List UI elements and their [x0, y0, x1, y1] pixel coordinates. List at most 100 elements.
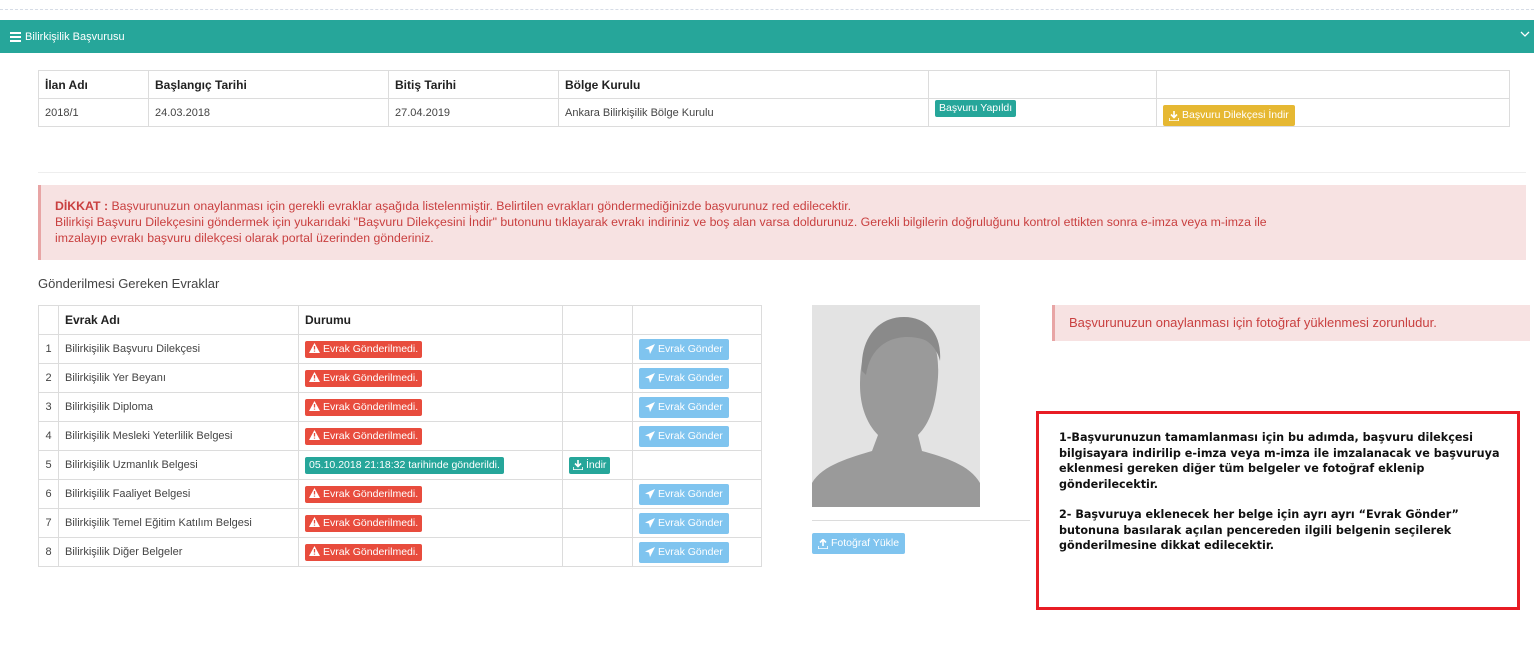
send-document-button[interactable]: Evrak Gönder	[639, 512, 729, 534]
sent-status-badge: 05.10.2018 21:18:32 tarihinde gönderildi…	[305, 456, 504, 474]
row-number: 1	[38, 334, 59, 364]
col-header-ilan-adi: İlan Adı	[38, 70, 149, 99]
col-header-status	[928, 70, 1157, 99]
document-name: Bilirkişilik Diğer Belgeler	[58, 537, 299, 567]
alert-label: DİKKAT :	[55, 199, 109, 213]
send-document-label: Evrak Gönder	[658, 342, 723, 355]
instruction-step-2: 2- Başvuruya eklenecek her belge için ay…	[1059, 508, 1459, 552]
send-document-label: Evrak Gönder	[658, 545, 723, 558]
col-header-bitis: Bitiş Tarihi	[388, 70, 559, 99]
panel-header[interactable]: Bilirkişilik Başvurusu	[0, 20, 1534, 53]
document-status: Evrak Gönderilmedi.	[298, 363, 563, 393]
document-download-cell: İndir	[562, 450, 633, 480]
document-name: Bilirkişilik Faaliyet Belgesi	[58, 479, 299, 509]
panel-title: Bilirkişilik Başvurusu	[25, 30, 125, 43]
photo-upload-button[interactable]: Fotoğraf Yükle	[812, 533, 906, 554]
cell-status: Başvuru Yapıldı	[928, 98, 1157, 127]
not-sent-status-label: Evrak Gönderilmedi.	[323, 516, 419, 529]
cell-actions: Başvuru Dilekçesi İndir	[1156, 98, 1510, 127]
not-sent-status-badge: Evrak Gönderilmedi.	[305, 427, 423, 445]
document-name: Bilirkişilik Temel Eğitim Katılım Belges…	[58, 508, 299, 538]
document-action-cell: Evrak Gönder	[632, 508, 762, 538]
document-name: Bilirkişilik Mesleki Yeterlilik Belgesi	[58, 421, 299, 451]
alert-line-1: DİKKAT : Başvurunuzun onaylanması için g…	[55, 198, 1526, 214]
cell-bolge: Ankara Bilirkişilik Bölge Kurulu	[558, 98, 929, 127]
not-sent-status-badge: Evrak Gönderilmedi.	[305, 485, 423, 503]
send-document-label: Evrak Gönder	[658, 487, 723, 500]
document-download-cell	[562, 392, 633, 422]
table-row: 8 Bilirkişilik Diğer Belgeler Evrak Gönder…	[38, 537, 762, 567]
table-row: 6 Bilirkişilik Faaliyet Belgesi Evrak Gönd…	[38, 479, 762, 509]
document-status: Evrak Gönderilmedi.	[298, 392, 563, 422]
warning-icon	[309, 342, 320, 353]
document-download-cell	[562, 421, 633, 451]
person-silhouette-icon	[812, 317, 980, 507]
col-header-no	[38, 305, 59, 335]
cell-baslangic: 24.03.2018	[148, 98, 389, 127]
send-icon	[645, 518, 655, 528]
send-document-button[interactable]: Evrak Gönder	[639, 338, 729, 360]
row-number: 5	[38, 450, 59, 480]
send-document-button[interactable]: Evrak Gönder	[639, 425, 729, 447]
photo-divider	[812, 520, 1030, 521]
row-number: 8	[38, 537, 59, 567]
status-badge: Başvuru Yapıldı	[935, 100, 1017, 117]
row-number: 3	[38, 392, 59, 422]
send-document-label: Evrak Gönder	[658, 371, 723, 384]
table-row: 4 Bilirkişilik Mesleki Yeterlilik Belgesi…	[38, 421, 762, 451]
document-status: Evrak Gönderilmedi.	[298, 479, 563, 509]
send-icon	[645, 402, 655, 412]
instruction-note: 1-Başvurunuzun tamamlanması için bu adım…	[1036, 411, 1520, 610]
not-sent-status-badge: Evrak Gönderilmedi.	[305, 340, 423, 358]
send-document-button[interactable]: Evrak Gönder	[639, 396, 729, 418]
download-petition-button[interactable]: Başvuru Dilekçesi İndir	[1163, 105, 1295, 126]
document-action-cell: Evrak Gönder	[632, 392, 762, 422]
table-row: 2 Bilirkişilik Yer Beyanı Evrak Gönderilme…	[38, 363, 762, 393]
table-header-row: İlan Adı Başlangıç Tarihi Bitiş Tarihi B…	[38, 70, 1510, 99]
document-status: Evrak Gönderilmedi.	[298, 421, 563, 451]
document-status: Evrak Gönderilmedi.	[298, 537, 563, 567]
doc-header-row: Evrak Adı Durumu	[38, 305, 762, 335]
document-name: Bilirkişilik Uzmanlık Belgesi	[58, 450, 299, 480]
document-action-cell	[632, 450, 762, 480]
send-document-button[interactable]: Evrak Gönder	[639, 483, 729, 505]
table-row: 3 Bilirkişilik Diploma Evrak Gönderilmedi.…	[38, 392, 762, 422]
cell-bitis: 27.04.2019	[388, 98, 559, 127]
photo-required-alert: Başvurunuzun onaylanması için fotoğraf y…	[1052, 305, 1530, 341]
document-download-cell	[562, 537, 633, 567]
chevron-down-icon[interactable]	[1520, 29, 1530, 39]
photo-upload-label: Fotoğraf Yükle	[831, 537, 900, 549]
col-header-baslangic: Başlangıç Tarihi	[148, 70, 389, 99]
document-status: Evrak Gönderilmedi.	[298, 508, 563, 538]
not-sent-status-badge: Evrak Gönderilmedi.	[305, 543, 423, 561]
alert-text-1: Başvurunuzun onaylanması için gerekli ev…	[108, 199, 852, 213]
document-download-cell	[562, 479, 633, 509]
document-action-cell: Evrak Gönder	[632, 363, 762, 393]
upload-icon	[818, 538, 828, 549]
document-name: Bilirkişilik Yer Beyanı	[58, 363, 299, 393]
document-download-cell	[562, 363, 633, 393]
warning-alert: DİKKAT : Başvurunuzun onaylanması için g…	[38, 185, 1526, 260]
download-petition-label: Başvuru Dilekçesi İndir	[1182, 109, 1289, 121]
documents-title: Gönderilmesi Gereken Evraklar	[38, 276, 220, 291]
send-document-button[interactable]: Evrak Gönder	[639, 541, 729, 563]
row-number: 2	[38, 363, 59, 393]
warning-icon	[309, 371, 320, 382]
top-border	[0, 0, 1534, 10]
download-document-button[interactable]: İndir	[569, 456, 611, 474]
table-row: 2018/1 24.03.2018 27.04.2019 Ankara Bili…	[38, 98, 1510, 127]
row-number: 6	[38, 479, 59, 509]
download-icon	[1169, 110, 1179, 121]
col-header-evrak-adi: Evrak Adı	[58, 305, 299, 335]
send-document-button[interactable]: Evrak Gönder	[639, 367, 729, 389]
warning-icon	[309, 429, 320, 440]
document-download-cell	[562, 508, 633, 538]
alert-line-3: imzalayıp evrakı başvuru dilekçesi olara…	[55, 231, 434, 245]
download-document-label: İndir	[586, 458, 607, 471]
document-status: Evrak Gönderilmedi.	[298, 334, 563, 364]
not-sent-status-label: Evrak Gönderilmedi.	[323, 545, 419, 558]
table-row: 7 Bilirkişilik Temel Eğitim Katılım Belge…	[38, 508, 762, 538]
document-action-cell: Evrak Gönder	[632, 479, 762, 509]
row-number: 7	[38, 508, 59, 538]
warning-icon	[309, 487, 320, 498]
